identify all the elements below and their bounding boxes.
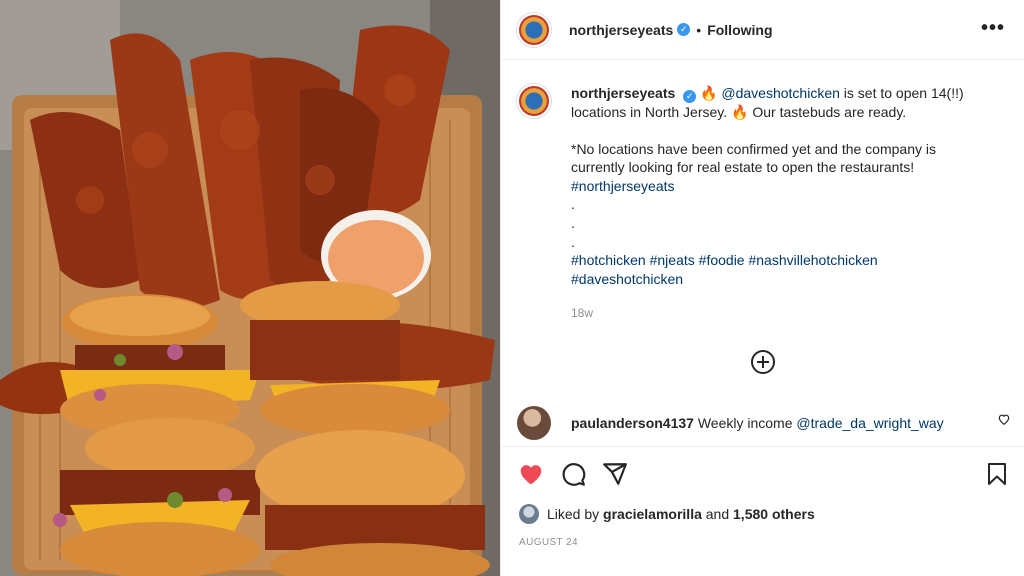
hashtag-link[interactable]: #northjerseyeats (571, 178, 675, 194)
caption-line1-end: Our tastebuds are ready. (748, 104, 907, 120)
comment-text: paulanderson4137 Weekly income @trade_da… (571, 415, 944, 431)
comment-mention-link[interactable]: @trade_da_wright_way (796, 415, 943, 431)
comment-like-heart-icon[interactable] (997, 412, 1011, 426)
verified-icon: ✓ (683, 90, 697, 103)
mention-link[interactable]: @daveshotchicken (721, 85, 840, 101)
heart-icon[interactable] (517, 461, 545, 487)
liker-avatar[interactable] (519, 504, 539, 524)
likes-prefix: Liked by (547, 506, 600, 522)
comment-icon[interactable] (559, 461, 587, 487)
verified-icon: ✓ (677, 23, 691, 36)
hashtag-link[interactable]: #njeats (650, 252, 695, 268)
caption-username[interactable]: northjerseyeats (571, 85, 675, 101)
more-icon[interactable]: ••• (981, 17, 1005, 40)
share-icon[interactable] (601, 461, 629, 487)
separator-dot: • (696, 21, 702, 38)
caption: northjerseyeats ✓ 🔥 @daveshotchicken is … (517, 84, 1007, 323)
fire-emoji: 🔥 (700, 85, 718, 101)
food-image (0, 0, 500, 576)
dot-line: . (571, 214, 575, 231)
caption-text: northjerseyeats ✓ 🔥 @daveshotchicken is … (571, 84, 991, 323)
caption-paragraph: *No locations have been confirmed yet an… (571, 140, 936, 176)
load-more-comments-icon[interactable] (751, 350, 775, 374)
hashtag-link[interactable]: #foodie (699, 252, 745, 268)
author-username[interactable]: northjerseyeats (569, 22, 673, 38)
likes-middle: and (705, 506, 730, 522)
commenter-username[interactable]: paulanderson4137 (571, 415, 694, 431)
action-bar (501, 446, 1024, 500)
likes-summary: Liked by gracielamorilla and 1,580 other… (519, 504, 815, 524)
dot-line: . (571, 196, 575, 213)
fire-emoji: 🔥 (731, 104, 749, 120)
caption-author-avatar[interactable] (517, 84, 551, 118)
hashtag-link[interactable]: #daveshotchicken (571, 271, 683, 287)
likes-others-link[interactable]: 1,580 others (733, 506, 815, 522)
post-date[interactable]: AUGUST 24 (519, 537, 578, 548)
following-button[interactable]: Following (707, 22, 772, 38)
post-time-ago[interactable]: 18w (571, 304, 991, 323)
post-header: northjerseyeats ✓ • Following ••• (501, 0, 1024, 60)
author-avatar[interactable] (517, 12, 551, 47)
hashtag-link[interactable]: #hotchicken (571, 252, 646, 268)
liker-username[interactable]: gracielamorilla (603, 506, 702, 522)
commenter-avatar[interactable] (517, 406, 551, 440)
comment-row: paulanderson4137 Weekly income @trade_da… (517, 406, 1017, 440)
post-details-panel: northjerseyeats ✓ • Following ••• northj… (500, 0, 1024, 576)
comment-body: Weekly income (697, 415, 797, 431)
dot-line: . (571, 233, 575, 250)
bookmark-icon[interactable] (985, 461, 1009, 487)
hashtag-link[interactable]: #nashvillehotchicken (748, 252, 877, 268)
post-photo[interactable] (0, 0, 500, 576)
